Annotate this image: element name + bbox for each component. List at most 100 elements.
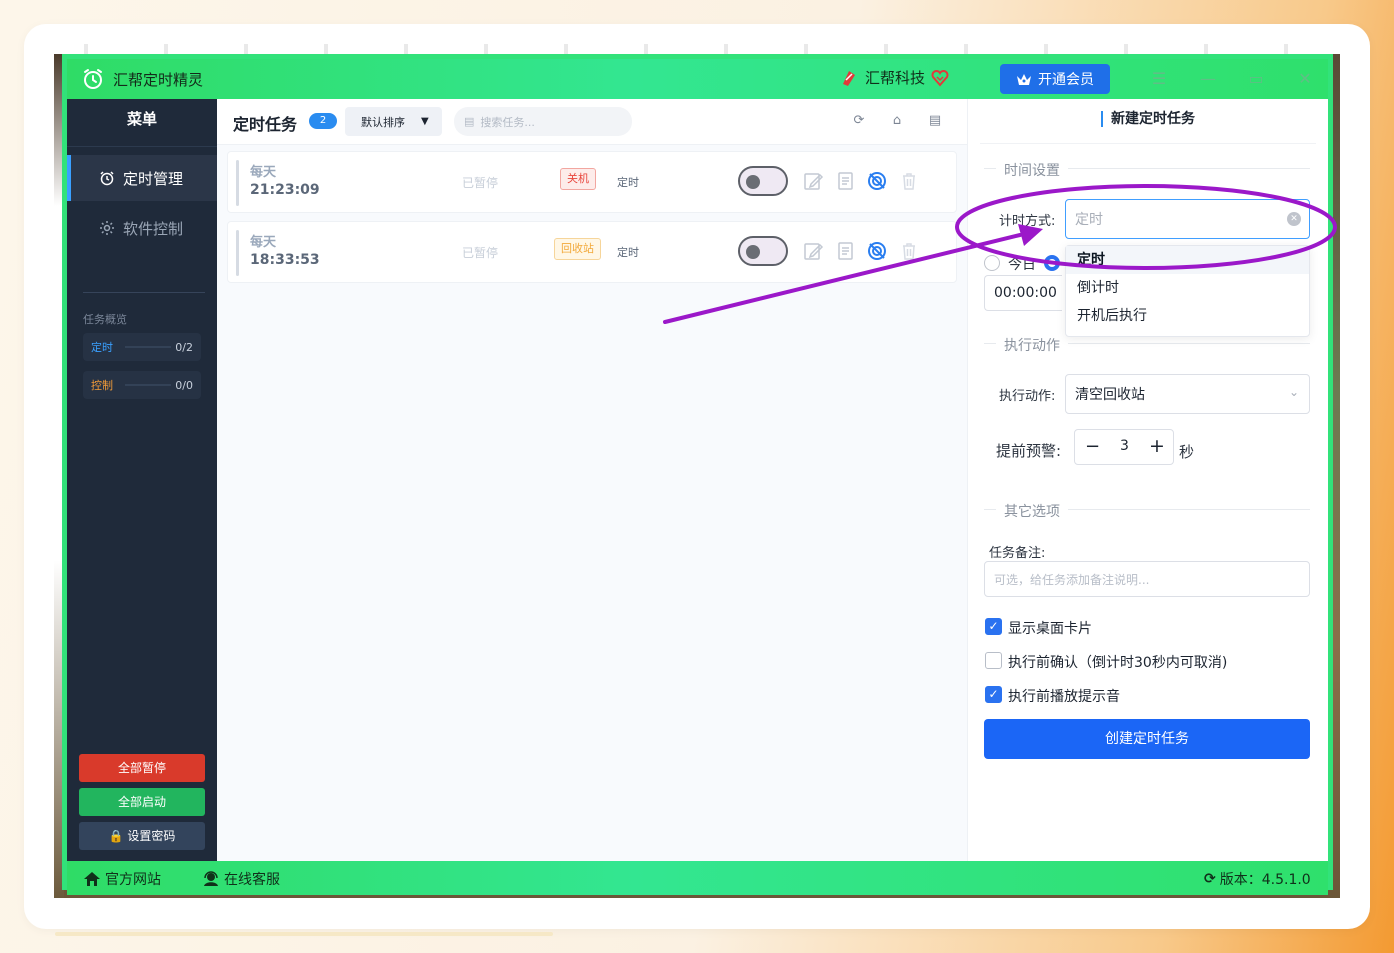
chevron-down-icon: ⌄ bbox=[1288, 385, 1299, 399]
set-password-button[interactable]: 🔒 设置密码 bbox=[79, 822, 205, 850]
edit-icon[interactable] bbox=[802, 240, 824, 262]
warning-stepper[interactable]: − 3 + bbox=[1074, 429, 1174, 465]
task-type: 定时 bbox=[617, 246, 639, 259]
sidebar-item-timer-management[interactable]: 定时管理 bbox=[67, 155, 217, 201]
stat-value: 0/0 bbox=[175, 378, 193, 392]
copy-icon[interactable] bbox=[834, 170, 856, 192]
official-website-label: 官方网站 bbox=[105, 872, 161, 888]
warning-value: 3 bbox=[1120, 438, 1129, 454]
checkbox-label: 执行前确认（倒计时30秒内可取消) bbox=[1008, 655, 1228, 671]
sidebar-header: 菜单 bbox=[67, 99, 217, 147]
timing-mode-label: 计时方式: bbox=[999, 214, 1056, 229]
action-select[interactable]: 清空回收站 ⌄ bbox=[1065, 374, 1310, 414]
sidebar-item-label: 软件控制 bbox=[123, 219, 184, 238]
note-label: 任务备注: bbox=[989, 546, 1046, 561]
minimize-icon[interactable]: — bbox=[1198, 69, 1218, 89]
sidebar: 菜单 定时管理 软件控制 任务概览 定时 0/2 控制 0/0 全部暂停 全部启… bbox=[67, 99, 217, 861]
note-input[interactable]: 可选，给任务添加备注说明... bbox=[984, 561, 1310, 597]
checkbox-show-card[interactable]: ✓ bbox=[985, 618, 1002, 635]
support-icon bbox=[204, 871, 218, 886]
section-label: 执行动作 bbox=[996, 335, 1068, 355]
timing-mode-dropdown[interactable]: 定时 倒计时 开机后执行 bbox=[1065, 245, 1310, 337]
start-all-button[interactable]: 全部启动 bbox=[79, 788, 205, 816]
clear-icon[interactable]: ⌂ bbox=[889, 113, 905, 129]
vip-label: 开通会员 bbox=[1038, 72, 1094, 88]
delete-icon[interactable] bbox=[898, 240, 920, 262]
timing-mode-select[interactable]: 定时 ✕ bbox=[1065, 199, 1310, 239]
delete-icon[interactable] bbox=[898, 170, 920, 192]
clear-circle-icon[interactable]: ✕ bbox=[1287, 212, 1301, 226]
close-icon[interactable]: ✕ bbox=[1295, 69, 1315, 89]
overview-title: 任务概览 bbox=[83, 313, 127, 326]
refresh-icon[interactable]: ⟳ bbox=[851, 113, 867, 129]
task-day: 每天 bbox=[250, 165, 277, 180]
timing-mode-value: 定时 bbox=[1075, 212, 1103, 228]
sort-dropdown[interactable]: 默认排序 ▼ bbox=[345, 107, 442, 136]
stat-bar bbox=[125, 346, 172, 348]
stat-label: 定时 bbox=[91, 341, 113, 354]
task-toggle[interactable] bbox=[738, 166, 788, 196]
search-input[interactable]: ▤ 搜索任务... bbox=[454, 107, 632, 136]
new-task-panel: 新建定时任务 时间设置 计时方式: 定时 ✕ 定时 倒计时 开机后执行 今日 0… bbox=[967, 99, 1327, 861]
maximize-icon[interactable]: ▭ bbox=[1246, 69, 1266, 89]
official-website-link[interactable]: 官方网站 bbox=[83, 869, 161, 889]
checkbox-confirm[interactable] bbox=[985, 652, 1002, 669]
vip-button[interactable]: 开通会员 bbox=[1000, 64, 1110, 94]
menu-icon[interactable]: ☰ bbox=[1149, 69, 1169, 89]
heart-icon bbox=[931, 69, 949, 87]
task-count-badge: 2 bbox=[309, 113, 337, 129]
radio-button[interactable] bbox=[984, 255, 1000, 271]
sort-label: 默认排序 bbox=[361, 115, 405, 129]
brand-name: 汇帮科技 bbox=[865, 69, 926, 87]
crown-icon bbox=[1017, 74, 1031, 85]
create-task-button[interactable]: 创建定时任务 bbox=[984, 719, 1310, 759]
task-list-title: 定时任务 bbox=[233, 115, 298, 134]
pause-all-button[interactable]: 全部暂停 bbox=[79, 754, 205, 782]
plus-icon[interactable]: + bbox=[1149, 435, 1165, 457]
title-divider bbox=[980, 143, 1316, 144]
card-underline bbox=[55, 932, 553, 936]
title-bar[interactable]: 汇帮定时精灵 汇帮科技 开通会员 ☰ — ▭ ✕ bbox=[67, 59, 1328, 99]
copy-icon[interactable] bbox=[834, 240, 856, 262]
task-time: 21:23:09 bbox=[250, 182, 320, 198]
task-row[interactable]: 每天 18:33:53 已暂停 回收站 定时 bbox=[227, 221, 957, 283]
disable-icon[interactable] bbox=[866, 170, 888, 192]
warning-label: 提前预警: bbox=[996, 442, 1062, 460]
time-input[interactable]: 00:00:00 bbox=[984, 275, 1062, 311]
alarm-clock-icon bbox=[100, 171, 114, 186]
sidebar-item-software-control[interactable]: 软件控制 bbox=[67, 205, 217, 251]
action-value: 清空回收站 bbox=[1075, 387, 1145, 403]
stat-label: 控制 bbox=[91, 379, 113, 392]
radio-button-selected[interactable] bbox=[1044, 255, 1060, 271]
checkbox-sound[interactable]: ✓ bbox=[985, 686, 1002, 703]
task-action-tag: 回收站 bbox=[554, 238, 601, 260]
task-day: 每天 bbox=[250, 235, 277, 250]
task-toggle[interactable] bbox=[738, 236, 788, 266]
task-row[interactable]: 每天 21:23:09 已暂停 关机 定时 bbox=[227, 151, 957, 213]
edit-icon[interactable] bbox=[802, 170, 824, 192]
version-info[interactable]: ⟳ 版本：4.5.1.0 bbox=[1204, 869, 1311, 889]
section-other-options: 其它选项 bbox=[984, 501, 1310, 521]
stat-value: 0/2 bbox=[175, 340, 193, 354]
disable-icon[interactable] bbox=[866, 240, 888, 262]
checkbox-label: 执行前播放提示音 bbox=[1008, 689, 1120, 705]
online-support-link[interactable]: 在线客服 bbox=[202, 869, 280, 889]
option-after-boot[interactable]: 开机后执行 bbox=[1066, 302, 1309, 330]
warning-unit: 秒 bbox=[1179, 443, 1195, 461]
minus-icon[interactable]: − bbox=[1085, 436, 1100, 457]
note-placeholder: 可选，给任务添加备注说明... bbox=[994, 572, 1150, 587]
home-icon bbox=[84, 872, 100, 886]
toggle-knob bbox=[746, 175, 760, 189]
task-list-header: 定时任务 2 默认排序 ▼ ▤ 搜索任务... ⟳ ⌂ ▤ bbox=[217, 99, 967, 145]
version-label: 版本：4.5.1.0 bbox=[1219, 872, 1311, 888]
option-scheduled[interactable]: 定时 bbox=[1066, 246, 1309, 274]
list-icon[interactable]: ▤ bbox=[927, 113, 943, 129]
option-countdown[interactable]: 倒计时 bbox=[1066, 274, 1309, 302]
toggle-knob bbox=[746, 245, 760, 259]
action-label: 执行动作: bbox=[999, 389, 1056, 404]
task-list-panel: 定时任务 2 默认排序 ▼ ▤ 搜索任务... ⟳ ⌂ ▤ 每天 21:23:0… bbox=[217, 99, 967, 861]
status-bar: 官方网站 在线客服 ⟳ 版本：4.5.1.0 bbox=[67, 861, 1328, 895]
background-window-strip bbox=[54, 44, 1340, 54]
online-support-label: 在线客服 bbox=[224, 872, 280, 888]
stat-bar bbox=[125, 384, 172, 386]
